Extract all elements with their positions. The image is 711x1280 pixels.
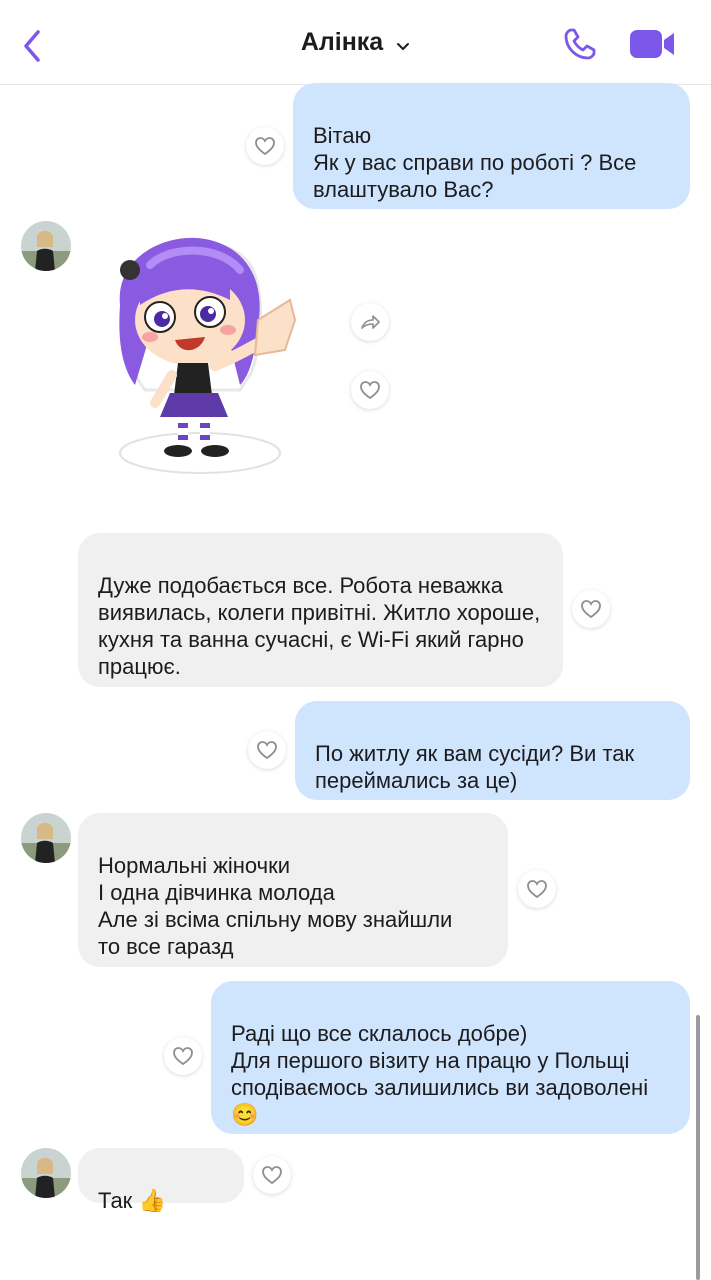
heart-icon — [527, 880, 547, 899]
scrollbar[interactable] — [696, 1015, 700, 1280]
heart-icon — [173, 1047, 193, 1066]
forward-arrow-icon — [361, 315, 380, 329]
incoming-message-bubble[interactable]: Дуже подобається все. Робота неважка вия… — [78, 533, 563, 687]
forward-button[interactable] — [351, 303, 389, 341]
react-button[interactable] — [248, 731, 286, 769]
thumbs-up-emoji: 👍 — [138, 1188, 166, 1213]
react-button[interactable] — [253, 1156, 291, 1194]
contact-avatar[interactable] — [21, 1148, 71, 1198]
chat-header: Алінка — [0, 0, 711, 85]
react-button[interactable] — [164, 1037, 202, 1075]
message-text: Так — [98, 1188, 139, 1213]
voice-call-button[interactable] — [563, 27, 597, 61]
message-text: Раді що все склалось добре) Для першого … — [231, 1021, 649, 1100]
chevron-down-icon — [396, 29, 410, 58]
message-text: Нормальні жіночки І одна дівчинка молода… — [98, 853, 453, 959]
heart-icon — [255, 137, 275, 156]
message-text: Вітаю Як у вас справи по роботі ? Все вл… — [313, 123, 637, 202]
contact-avatar[interactable] — [21, 813, 71, 863]
outgoing-message-bubble[interactable]: Раді що все склалось добре) Для першого … — [211, 981, 690, 1134]
video-call-button[interactable] — [628, 27, 676, 61]
heart-icon — [262, 1166, 282, 1185]
video-camera-icon — [630, 30, 674, 58]
react-button[interactable] — [518, 870, 556, 908]
contact-avatar[interactable] — [21, 221, 71, 271]
react-button[interactable] — [572, 590, 610, 628]
waving-girl-sticker[interactable] — [90, 225, 315, 480]
chat-title-button[interactable]: Алінка — [0, 28, 711, 58]
heart-icon — [581, 600, 601, 619]
incoming-message-bubble[interactable]: Нормальні жіночки І одна дівчинка молода… — [78, 813, 508, 967]
react-button[interactable] — [351, 371, 389, 409]
outgoing-message-bubble[interactable]: По житлу як вам сусіди? Ви так переймали… — [295, 701, 690, 800]
heart-icon — [360, 381, 380, 400]
message-text: Дуже подобається все. Робота неважка вия… — [98, 573, 541, 679]
heart-icon — [257, 741, 277, 760]
incoming-message-bubble[interactable]: Так 👍 — [78, 1148, 244, 1213]
phone-icon — [564, 28, 596, 60]
outgoing-message-bubble[interactable]: Вітаю Як у вас справи по роботі ? Все вл… — [293, 83, 690, 209]
message-text: По житлу як вам сусіди? Ви так переймали… — [315, 741, 635, 793]
react-button[interactable] — [246, 127, 284, 165]
smiling-face-emoji: 😊 — [231, 1102, 259, 1127]
contact-name: Алінка — [300, 28, 384, 56]
